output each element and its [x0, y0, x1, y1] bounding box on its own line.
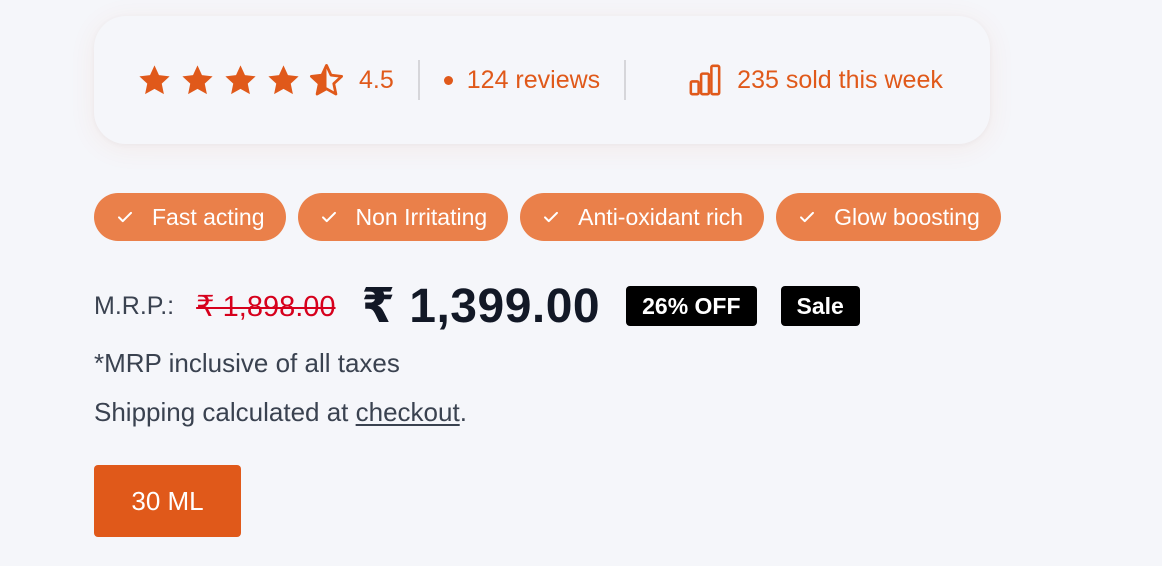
check-icon	[800, 211, 815, 223]
dot-icon	[443, 75, 453, 85]
benefit-badge: Non Irritating	[297, 193, 509, 241]
star-half-icon	[310, 63, 343, 95]
reviews-link[interactable]: 124 reviews	[443, 65, 601, 95]
benefit-badge: Fast acting	[94, 193, 286, 241]
divider	[624, 60, 627, 100]
benefit-label: Non Irritating	[355, 203, 488, 230]
star-icon	[139, 64, 170, 94]
star-icon	[225, 64, 256, 94]
rating-summary-card: 4.5 124 reviews 235 sold this week	[94, 16, 990, 144]
tax-note: *MRP inclusive of all taxes	[94, 348, 400, 378]
sale-price: ₹ 1,399.00	[361, 280, 601, 333]
check-icon	[544, 211, 559, 223]
shipping-suffix: .	[459, 397, 467, 427]
star-icon	[182, 64, 213, 94]
divider	[417, 60, 420, 100]
sold-count: 235 sold this week	[737, 65, 943, 94]
sale-badge: Sale	[780, 286, 860, 326]
star-rating: 4.5	[136, 62, 394, 99]
mrp-price: ₹ 1,898.00	[196, 290, 336, 323]
benefit-badges: Fast acting Non Irritating Anti-oxidant …	[94, 193, 1001, 241]
benefit-badge: Glow boosting	[776, 193, 1001, 241]
bar-chart-icon	[689, 64, 721, 96]
shipping-note: Shipping calculated at checkout.	[94, 397, 467, 428]
mrp-label: M.R.P.:	[94, 291, 175, 320]
star-icon	[268, 64, 299, 94]
checkout-link[interactable]: checkout	[356, 397, 460, 427]
price-row: M.R.P.: ₹ 1,898.00 ₹ 1,399.00 26% OFF Sa…	[94, 278, 860, 334]
benefit-badge: Anti-oxidant rich	[520, 193, 765, 241]
size-option-button[interactable]: 30 ML	[94, 465, 241, 537]
rating-value: 4.5	[359, 65, 394, 94]
discount-badge: 26% OFF	[626, 286, 757, 326]
benefit-label: Glow boosting	[834, 203, 980, 230]
check-icon	[321, 211, 336, 223]
benefit-label: Anti-oxidant rich	[578, 203, 744, 230]
check-icon	[118, 211, 132, 223]
benefit-label: Fast acting	[152, 203, 265, 230]
reviews-count: 124 reviews	[466, 65, 601, 94]
sold-this-week: 235 sold this week	[688, 63, 943, 97]
shipping-text: Shipping calculated at	[94, 397, 356, 427]
